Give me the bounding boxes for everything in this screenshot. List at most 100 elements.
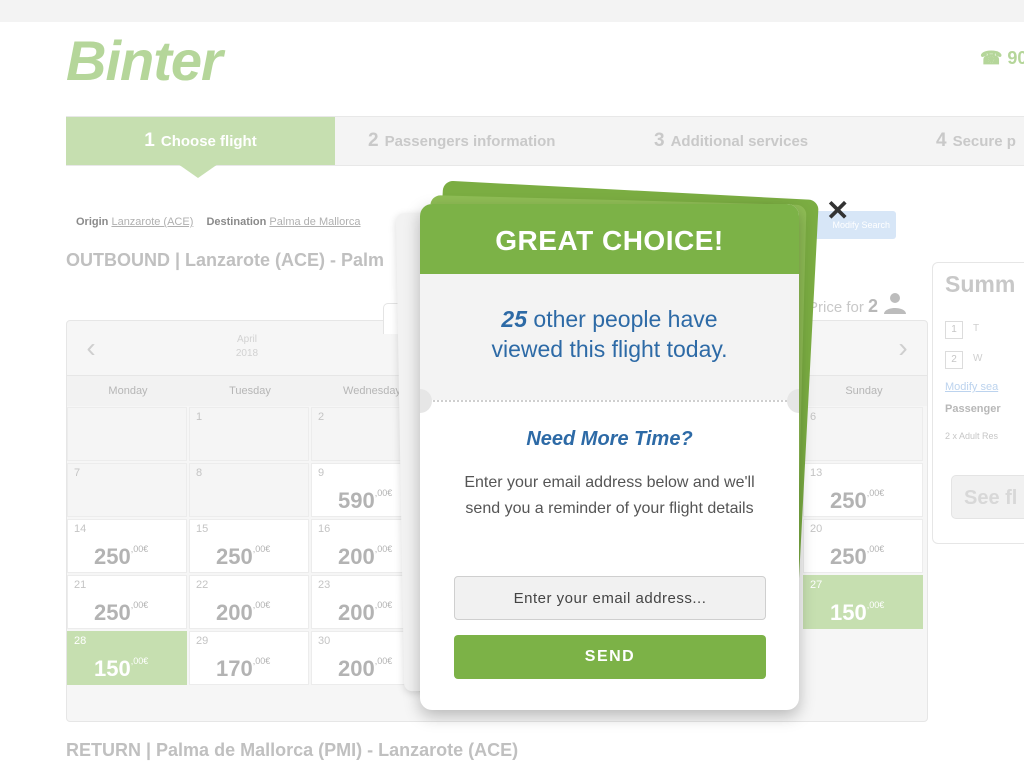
send-button[interactable]: SEND bbox=[454, 635, 766, 679]
ticket-perforation bbox=[420, 400, 799, 402]
day-number: 27 bbox=[810, 579, 823, 591]
month-year: 2018 bbox=[235, 348, 259, 359]
booking-summary: Summ 1 T 2 W Modify sea Passenger 2 x Ad… bbox=[932, 262, 1024, 544]
day-price: 150,00€ bbox=[830, 600, 884, 626]
month-name: April bbox=[236, 334, 257, 345]
weekday-sunday: Sunday bbox=[845, 385, 883, 397]
outbound-title: OUTBOUND | Lanzarote (ACE) - Palm bbox=[66, 250, 385, 270]
step-passengers-information[interactable]: 2 Passengers information bbox=[368, 117, 555, 165]
viewers-text-2: viewed this flight today. bbox=[491, 336, 728, 362]
modify-search-link[interactable]: Modify sea bbox=[945, 381, 998, 393]
email-input[interactable] bbox=[454, 576, 766, 620]
reminder-description: Enter your email address below and we'll… bbox=[464, 474, 755, 517]
price-amount: 250 bbox=[830, 488, 867, 513]
price-currency: ,00€ bbox=[866, 600, 885, 610]
day-number: 29 bbox=[196, 635, 209, 647]
day-number: 30 bbox=[318, 635, 331, 647]
price-amount: 200 bbox=[338, 656, 375, 681]
step-secure-payment[interactable]: 4 Secure p bbox=[936, 117, 1016, 165]
calendar-day-cell[interactable]: 13 250,00€ bbox=[803, 463, 923, 517]
calendar-day-cell[interactable]: 22 200,00€ bbox=[189, 575, 309, 629]
day-number: 1 bbox=[196, 411, 203, 423]
calendar-day-cell[interactable]: 14 250,00€ bbox=[67, 519, 187, 573]
price-amount: 250 bbox=[94, 600, 131, 625]
price-for: Price for 2 bbox=[808, 290, 908, 320]
day-price: 170,00€ bbox=[216, 656, 270, 682]
price-currency: ,00€ bbox=[252, 544, 271, 554]
step-choose-flight[interactable]: 1 Choose flight bbox=[66, 117, 335, 165]
viewers-message: 25 other people have viewed this flight … bbox=[440, 304, 779, 364]
origin-value[interactable]: Lanzarote (ACE) bbox=[111, 216, 193, 228]
price-for-label: Price for bbox=[808, 299, 864, 316]
price-amount: 250 bbox=[94, 544, 131, 569]
step-label: Passengers information bbox=[384, 133, 556, 150]
price-amount: 200 bbox=[338, 544, 375, 569]
calendar-day-cell[interactable]: 21 250,00€ bbox=[67, 575, 187, 629]
summary-step-1: 1 bbox=[945, 321, 963, 339]
price-amount: 250 bbox=[830, 544, 867, 569]
day-number: 16 bbox=[318, 523, 331, 535]
weekday-tuesday: Tuesday bbox=[229, 385, 271, 397]
price-currency: ,00€ bbox=[130, 656, 149, 666]
calendar-month[interactable]: April 2018 bbox=[197, 333, 297, 361]
calendar-day-cell[interactable]: 28 150,00€ bbox=[67, 631, 187, 685]
day-price: 250,00€ bbox=[216, 544, 270, 570]
step-number: 4 bbox=[936, 130, 947, 151]
viewers-count: 25 bbox=[501, 306, 528, 332]
passenger-detail: 2 x Adult Res bbox=[945, 431, 999, 441]
price-amount: 200 bbox=[216, 600, 253, 625]
destination-value[interactable]: Palma de Mallorca bbox=[269, 216, 360, 228]
price-currency: ,00€ bbox=[374, 600, 393, 610]
price-amount: 250 bbox=[216, 544, 253, 569]
price-currency: ,00€ bbox=[374, 544, 393, 554]
see-flights-button[interactable]: See fl bbox=[951, 475, 1024, 519]
day-price: 150,00€ bbox=[94, 656, 148, 682]
calendar-day-cell[interactable]: 27 150,00€ bbox=[803, 575, 923, 629]
summary-step-2: 2 bbox=[945, 351, 963, 369]
calendar-day-cell: 6 bbox=[803, 407, 923, 461]
day-number: 22 bbox=[196, 579, 209, 591]
calendar-prev-button[interactable]: ‹ bbox=[71, 321, 111, 375]
passenger-label: Passenger bbox=[945, 403, 1001, 415]
day-price: 250,00€ bbox=[830, 544, 884, 570]
price-currency: ,00€ bbox=[252, 656, 271, 666]
person-icon bbox=[882, 290, 908, 320]
day-number: 14 bbox=[74, 523, 87, 535]
calendar-next-button[interactable]: › bbox=[883, 321, 923, 375]
day-number: 13 bbox=[810, 467, 823, 479]
phone-number: ☎ 90 bbox=[980, 48, 1024, 68]
weekday-monday: Monday bbox=[108, 385, 148, 397]
great-choice-modal: GREAT CHOICE! 25 other people have viewe… bbox=[420, 204, 799, 710]
calendar-day-cell[interactable]: 29 170,00€ bbox=[189, 631, 309, 685]
day-price: 250,00€ bbox=[94, 600, 148, 626]
day-number: 8 bbox=[196, 467, 203, 479]
summary-title: Summ bbox=[945, 271, 1016, 297]
day-price: 200,00€ bbox=[338, 544, 392, 570]
price-amount: 170 bbox=[216, 656, 253, 681]
day-number: 28 bbox=[74, 635, 87, 647]
return-title: RETURN | Palma de Mallorca (PMI) - Lanza… bbox=[66, 740, 519, 760]
binter-logo[interactable]: Binter bbox=[66, 28, 223, 93]
close-icon[interactable]: ✕ bbox=[826, 196, 849, 226]
day-number: 2 bbox=[318, 411, 325, 423]
calendar-day-cell[interactable]: 20 250,00€ bbox=[803, 519, 923, 573]
day-number: 6 bbox=[810, 411, 817, 423]
day-number: 15 bbox=[196, 523, 209, 535]
need-more-time-heading: Need More Time? bbox=[526, 428, 693, 450]
day-price: 200,00€ bbox=[338, 656, 392, 682]
day-number: 23 bbox=[318, 579, 331, 591]
price-amount: 590 bbox=[338, 488, 375, 513]
price-amount: 200 bbox=[338, 600, 375, 625]
price-currency: ,00€ bbox=[374, 488, 393, 498]
price-currency: ,00€ bbox=[866, 488, 885, 498]
route-info: Origin Lanzarote (ACE) Destination Palma… bbox=[76, 216, 371, 228]
price-currency: ,00€ bbox=[866, 544, 885, 554]
destination-label: Destination bbox=[206, 216, 267, 228]
day-price: 250,00€ bbox=[94, 544, 148, 570]
calendar-day-cell[interactable]: 15 250,00€ bbox=[189, 519, 309, 573]
ticket-notch-right bbox=[787, 389, 799, 413]
viewers-text-1: other people have bbox=[527, 306, 718, 332]
price-currency: ,00€ bbox=[374, 656, 393, 666]
step-additional-services[interactable]: 3 Additional services bbox=[654, 117, 808, 165]
day-price: 250,00€ bbox=[830, 488, 884, 514]
